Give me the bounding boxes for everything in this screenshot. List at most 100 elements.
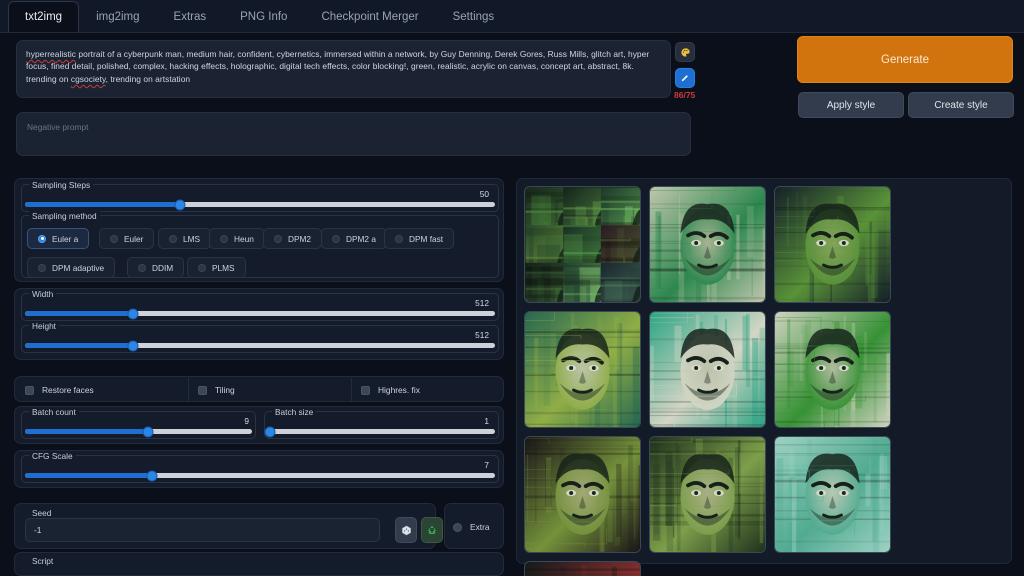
cyberpunk-portrait-green-bearded-man[interactable] [649,186,766,303]
sampler-dpm-fast[interactable]: DPM fast [384,228,455,249]
divider [188,378,189,402]
pencil-icon-glyph [681,75,688,82]
script-card: Script [14,552,504,576]
tab-png-info[interactable]: PNG Info [223,1,304,32]
cfg-scale-value: 7 [484,460,489,470]
token-counter: 86/75 [674,90,696,100]
apply-style-button[interactable]: Apply style [798,92,904,118]
tiling-checkbox[interactable]: Tiling [198,385,235,395]
slider-handle[interactable] [128,341,138,350]
thumbnail-art [775,187,890,302]
recycle-icon-glyph [428,525,436,534]
cyberpunk-portrait-dark-red-circuit-man[interactable] [524,436,641,553]
stable-diffusion-webui: txt2img img2img Extras PNG Info Checkpoi… [0,0,1024,576]
cyberpunk-portrait-dark-circles-man[interactable] [524,561,641,576]
sampler-plms[interactable]: PLMS [187,257,246,278]
slider-fill [25,343,134,348]
recycle-icon[interactable] [421,517,443,543]
tab-checkpoint-merger[interactable]: Checkpoint Merger [304,1,435,32]
sampler-euler-a[interactable]: Euler a [27,228,90,249]
tab-settings[interactable]: Settings [436,1,512,32]
sampler-label: Euler [124,233,144,244]
tab-img2img[interactable]: img2img [79,1,156,32]
thumbnail-art [775,312,890,427]
batch-count-slider[interactable] [25,427,252,436]
thumbnail-art [525,187,640,302]
sampling-steps-label: Sampling Steps [29,180,94,190]
slider-handle[interactable] [128,309,138,318]
prompt-segment: , trending on artstation [105,73,191,84]
script-label: Script [29,556,57,566]
cyberpunk-portrait-pale-green-stripes-man[interactable] [774,311,891,428]
cfg-scale-slider[interactable] [25,471,495,480]
cfg-card: CFG Scale 7 [14,450,504,488]
slider-handle[interactable] [265,427,275,436]
radio-dot [110,234,118,243]
sampler-euler[interactable]: Euler [99,228,155,249]
seed-card: Seed -1 [14,503,443,549]
negative-prompt-placeholder: Negative prompt [27,122,89,132]
grid-montage-of-nine-cyberpunk-portraits[interactable] [524,186,641,303]
sampler-dpm2[interactable]: DPM2 [263,228,323,249]
sampler-label: Euler a [52,233,79,244]
dice-icon[interactable] [395,517,417,543]
width-group [21,293,499,321]
sampling-steps-slider[interactable] [25,200,495,209]
output-gallery [516,178,1012,576]
sampler-dpm2-a[interactable]: DPM2 a [321,228,387,249]
highres-fix-label: Highres. fix [378,385,420,395]
sampler-ddim[interactable]: DDIM [127,257,185,278]
thumbnail-art [650,437,765,552]
cfg-scale-label: CFG Scale [29,451,76,461]
restore-faces-label: Restore faces [42,385,94,395]
negative-prompt-input[interactable]: Negative prompt [16,112,691,156]
seed-input[interactable]: -1 [25,518,380,542]
cyberpunk-portrait-blue-green-young-man[interactable] [524,311,641,428]
seed-label: Seed [29,508,55,518]
sampler-label: DPM2 a [346,233,376,244]
sampler-label: PLMS [212,262,235,273]
divider [351,378,352,402]
slider-handle[interactable] [147,471,157,480]
tab-extras[interactable]: Extras [157,1,224,32]
palette-icon-glyph [680,47,690,57]
cyberpunk-portrait-teal-man-orange-block[interactable] [649,311,766,428]
slider-fill [25,429,148,434]
create-style-button[interactable]: Create style [908,92,1014,118]
sampling-card: Sampling Steps 50 Sampling method Euler … [14,178,504,282]
toggles-card: Restore faces Tiling Highres. fix [14,376,504,402]
cyberpunk-portrait-olive-green-man[interactable] [649,436,766,553]
height-label: Height [29,321,59,331]
highres-fix-checkbox[interactable]: Highres. fix [361,385,420,395]
sampler-heun[interactable]: Heun [209,228,265,249]
generate-button[interactable]: Generate [797,36,1013,83]
slider-handle[interactable] [143,427,153,436]
cyberpunk-portrait-cyan-wireframe-man[interactable] [774,436,891,553]
prompt-segment: hyperrealistic [26,49,77,59]
sampler-label: DDIM [152,262,174,273]
width-value: 512 [475,298,489,308]
tab-txt2img[interactable]: txt2img [8,1,80,32]
width-slider[interactable] [25,309,495,318]
create-style-label: Create style [934,99,988,111]
thumbnail-art [525,562,640,576]
height-slider[interactable] [25,341,495,350]
restore-faces-checkbox[interactable]: Restore faces [25,385,94,395]
checkbox-box [25,385,34,395]
pencil-icon[interactable] [675,68,695,88]
extra-checkbox[interactable]: Extra [453,522,490,532]
sampler-dpm-adaptive[interactable]: DPM adaptive [27,257,116,278]
batch-size-slider[interactable] [265,427,495,436]
thumbnail-art [650,312,765,427]
prompt-input[interactable]: hyperrealistic portrait of a cyberpunk m… [16,40,671,98]
sampler-lms[interactable]: LMS [158,228,212,249]
sampler-label: LMS [183,233,201,244]
main-tab-bar: txt2img img2img Extras PNG Info Checkpoi… [0,0,1024,33]
sampler-label: DPM fast [409,233,444,244]
slider-handle[interactable] [175,200,185,209]
prompt-text: hyperrealistic portrait of a cyberpunk m… [26,48,661,85]
thumbnail-art [775,437,890,552]
palette-icon[interactable] [675,42,695,62]
cyberpunk-portrait-dark-green-glitch-man[interactable] [774,186,891,303]
generate-label: Generate [881,53,929,66]
